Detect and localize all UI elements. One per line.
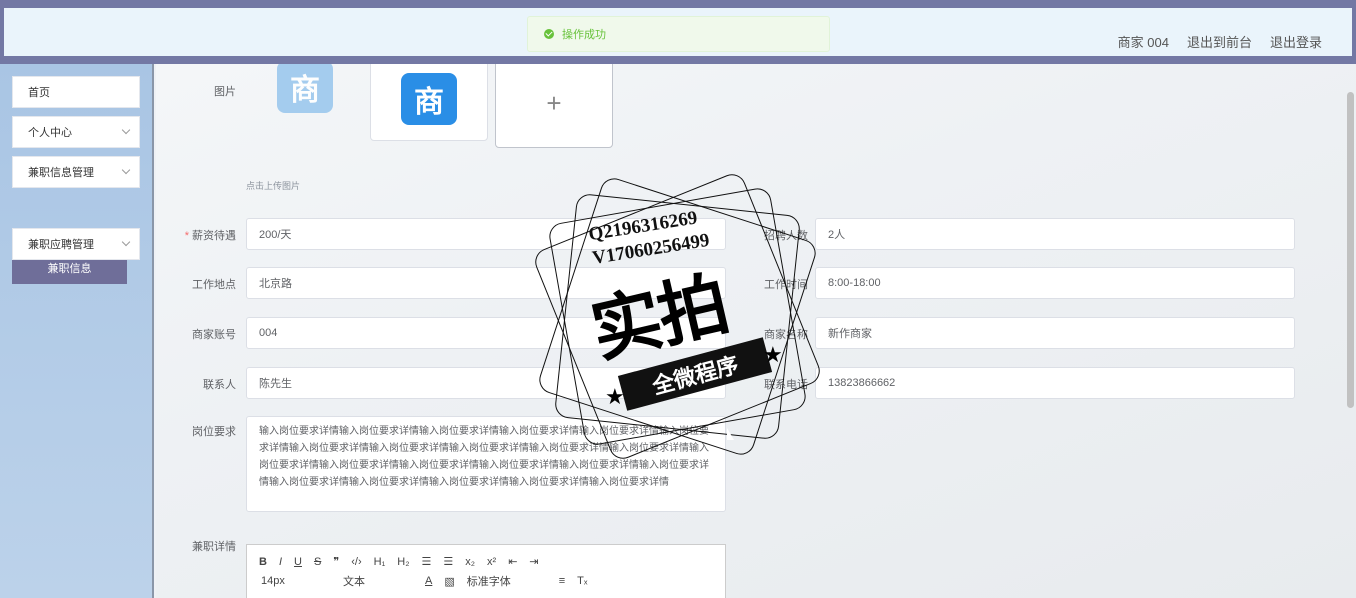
- font-color-icon[interactable]: A: [425, 575, 432, 587]
- superscript-icon[interactable]: x²: [487, 556, 496, 568]
- upload-add-button[interactable]: +: [495, 64, 613, 148]
- header-actions: 商家 004 退出到前台 退出登录: [1118, 32, 1322, 51]
- merchant-name: 商家 004: [1117, 35, 1169, 50]
- merchant-name-input[interactable]: 新作商家: [815, 317, 1295, 349]
- strike-icon[interactable]: S: [314, 556, 321, 568]
- star-icon: ★: [605, 384, 625, 409]
- heading1-icon[interactable]: H₁: [374, 556, 386, 568]
- sidebar-item-label: 首页: [28, 87, 50, 99]
- back-to-front-link[interactable]: 退出到前台: [1187, 32, 1252, 51]
- align-icon[interactable]: ≡: [559, 575, 565, 587]
- clear-format-icon[interactable]: Tₓ: [577, 575, 587, 587]
- underline-icon[interactable]: U: [294, 556, 302, 568]
- sidebar: 首页 个人中心 兼职信息管理 兼职信息 兼职应聘管理: [0, 64, 154, 598]
- rich-text-editor[interactable]: B I U S ❞ ‹/› H₁ H₂ ☰ ☰ x₂ x² ⇤ ⇥ 14px 文…: [246, 544, 726, 598]
- sidebar-item-label: 兼职信息管理: [28, 167, 94, 179]
- font-family-select[interactable]: 标准字体: [467, 573, 547, 589]
- heading2-icon[interactable]: H₂: [397, 556, 409, 568]
- detail-label: 兼职详情: [192, 541, 236, 553]
- background-color-icon[interactable]: ▧: [444, 575, 454, 588]
- toast-message: 操作成功: [562, 29, 606, 41]
- upload-hint: 点击上传图片: [246, 181, 301, 191]
- recruit-count-input[interactable]: 2人: [815, 218, 1295, 250]
- bullet-list-icon[interactable]: ☰: [443, 555, 453, 568]
- subscript-icon[interactable]: x₂: [465, 556, 475, 568]
- success-icon: [544, 29, 554, 39]
- mouse-cursor-icon: [727, 428, 734, 440]
- ordered-list-icon[interactable]: ☰: [422, 555, 432, 568]
- scrollbar[interactable]: [1347, 92, 1354, 408]
- italic-icon[interactable]: I: [279, 556, 282, 568]
- logout-link[interactable]: 退出登录: [1270, 32, 1322, 51]
- chevron-down-icon: [121, 165, 131, 175]
- indent-icon[interactable]: ⇥: [529, 555, 538, 568]
- image-thumb-1[interactable]: 商: [246, 64, 364, 129]
- contact-label: 联系人: [203, 379, 236, 391]
- merchant-logo-icon: 商: [277, 64, 333, 113]
- sidebar-item-profile[interactable]: 个人中心: [12, 116, 140, 148]
- watermark-stamp: Q2196316269 V17060256499 实拍 全微程序 ★ ★: [531, 170, 824, 463]
- sidebar-item-job-info-manage[interactable]: 兼职信息管理: [12, 156, 140, 188]
- star-icon: ★: [763, 342, 783, 367]
- chevron-down-icon: [121, 237, 131, 247]
- top-strip: [0, 0, 1356, 8]
- image-label: 图片: [214, 86, 236, 98]
- success-toast: 操作成功: [527, 16, 830, 52]
- text-type-select[interactable]: 文本: [343, 573, 413, 589]
- work-time-input[interactable]: 8:00-18:00: [815, 267, 1295, 299]
- editor-toolbar-row2: 14px 文本 A ▧ 标准字体 ≡ Tₓ: [261, 573, 588, 589]
- bold-icon[interactable]: B: [259, 556, 267, 568]
- merchant-logo-icon: 商: [401, 72, 457, 125]
- header-bottom-strip: [0, 56, 1356, 64]
- outdent-icon[interactable]: ⇤: [508, 555, 517, 568]
- font-size-select[interactable]: 14px: [261, 575, 331, 587]
- sidebar-item-label: 兼职应聘管理: [28, 239, 94, 251]
- sidebar-item-home[interactable]: 首页: [12, 76, 140, 108]
- sidebar-item-application-manage[interactable]: 兼职应聘管理: [12, 228, 140, 260]
- account-label: 商家账号: [192, 329, 236, 341]
- editor-toolbar-row1: B I U S ❞ ‹/› H₁ H₂ ☰ ☰ x₂ x² ⇤ ⇥: [259, 555, 539, 569]
- phone-input[interactable]: 13823866662: [815, 367, 1295, 399]
- image-thumb-2[interactable]: 商: [370, 64, 488, 141]
- code-icon[interactable]: ‹/›: [351, 556, 361, 568]
- sidebar-item-label: 个人中心: [28, 127, 72, 139]
- salary-label: * 薪资待遇: [184, 230, 236, 242]
- chevron-down-icon: [121, 125, 131, 135]
- location-label: 工作地点: [192, 279, 236, 291]
- requirement-label: 岗位要求: [192, 426, 236, 438]
- quote-icon[interactable]: ❞: [333, 555, 339, 568]
